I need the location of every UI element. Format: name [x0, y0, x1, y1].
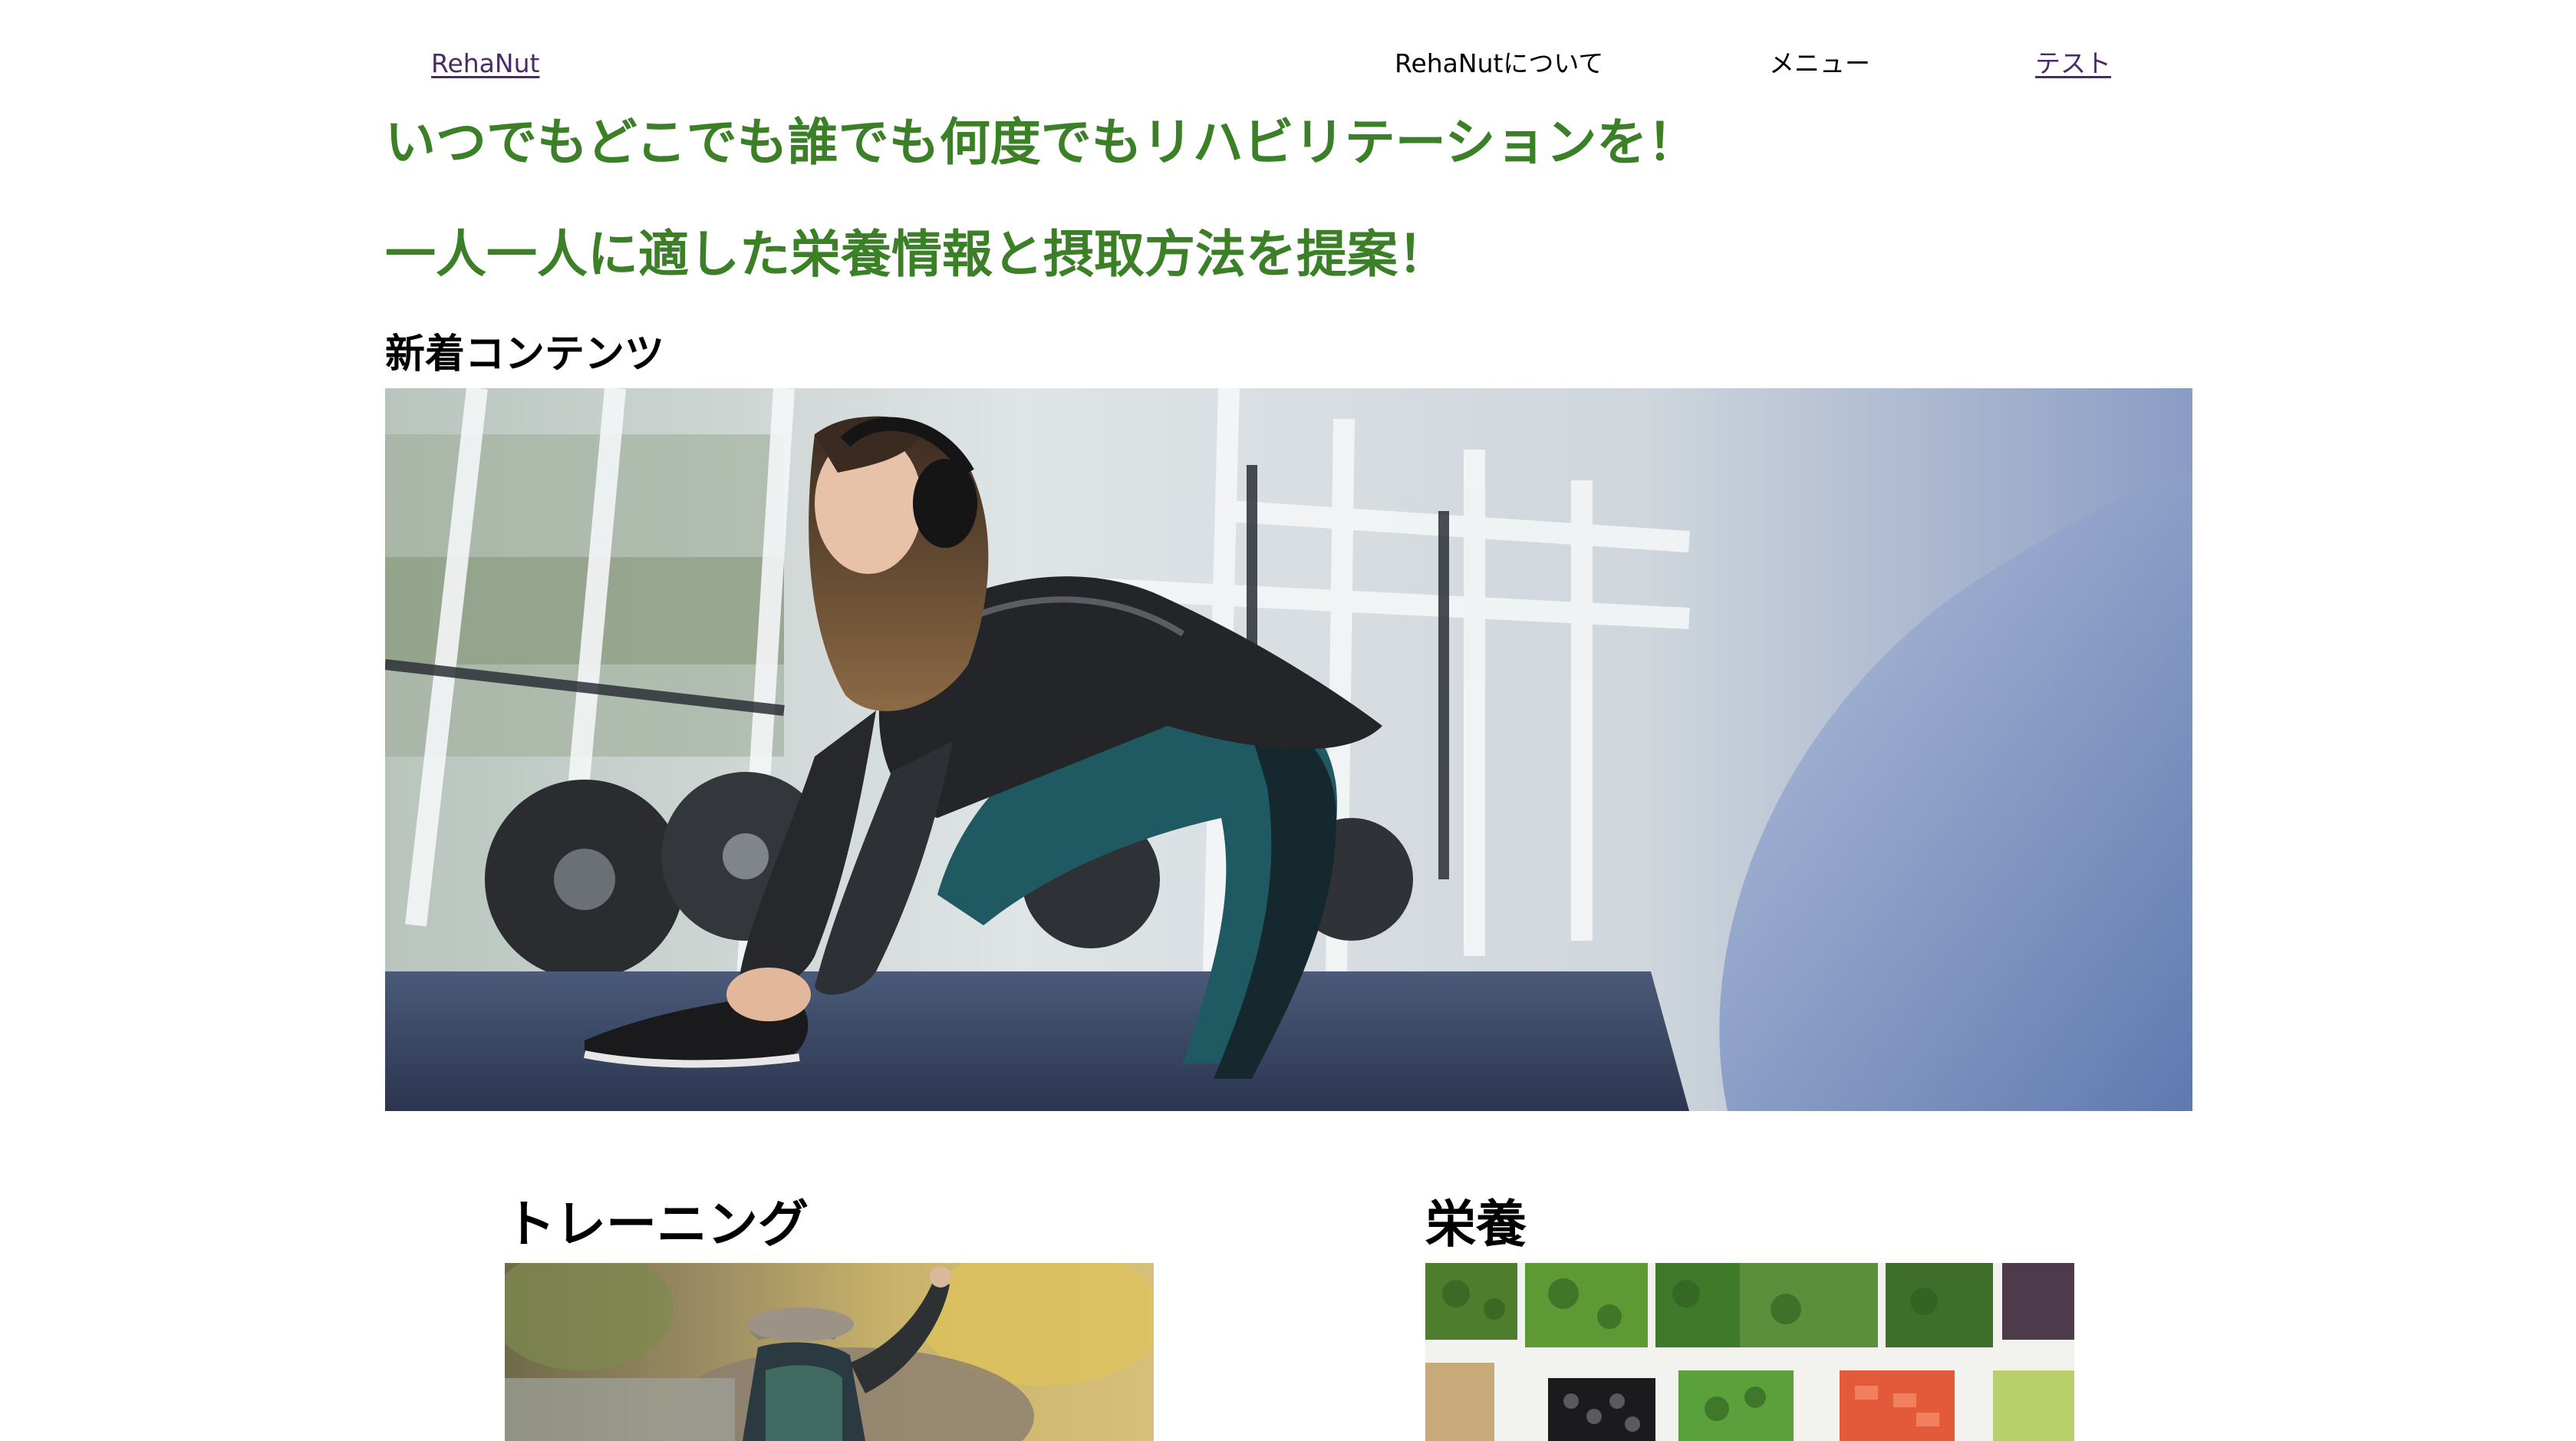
nav-menu-link[interactable]: メニュー [1769, 48, 1870, 80]
gym-photo-illustration [385, 388, 2192, 1111]
training-image[interactable] [505, 1263, 1154, 1441]
new-content-heading: 新着コンテンツ [385, 331, 665, 378]
tagline-nutrition: 一人一人に適した栄養情報と摂取方法を提案！ [385, 225, 1448, 284]
new-content-image[interactable] [385, 388, 2192, 1111]
tagline-rehabilitation: いつでもどこでも誰でも何度でもリハビリテーションを！ [385, 113, 1698, 172]
hiker-photo-illustration [505, 1263, 1154, 1441]
vegetables-photo-illustration [1425, 1263, 2074, 1441]
nav-about-link[interactable]: RehaNutについて [1395, 48, 1603, 80]
page: RehaNut RehaNutについて メニュー テスト いつでもどこでも誰でも… [0, 0, 2576, 1441]
training-heading[interactable]: トレーニング [505, 1194, 809, 1255]
nav-logo-link[interactable]: RehaNut [431, 48, 539, 80]
nutrition-image[interactable] [1425, 1263, 2074, 1441]
nutrition-heading[interactable]: 栄養 [1425, 1194, 1527, 1255]
nav-test-link[interactable]: テスト [2035, 48, 2111, 80]
